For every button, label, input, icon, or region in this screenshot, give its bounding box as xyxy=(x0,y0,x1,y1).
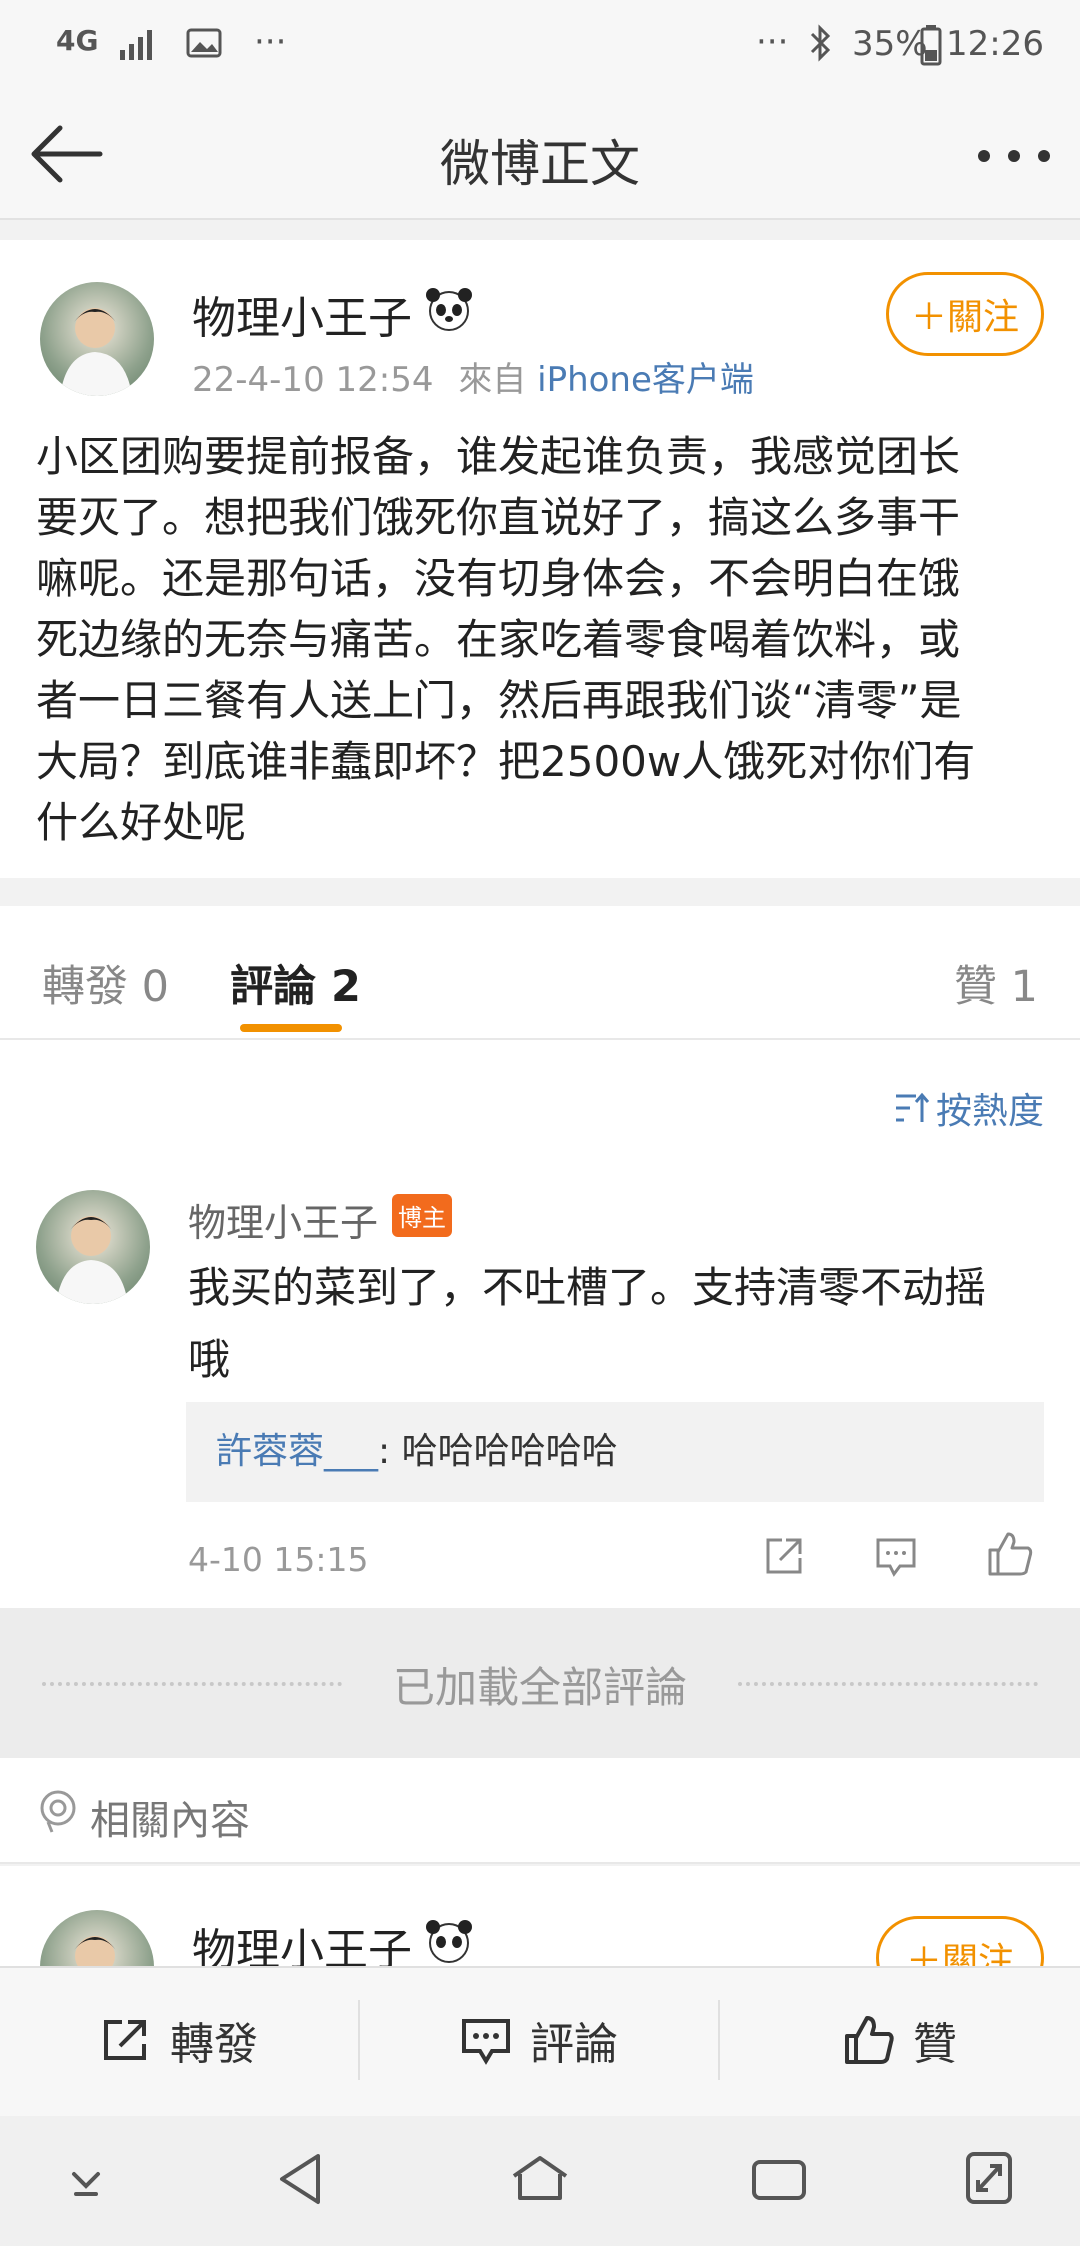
panda-badge-icon xyxy=(426,288,472,331)
blogger-badge: 博主 xyxy=(392,1194,452,1237)
tab-bar: 轉發 0 評論 2 贊 1 xyxy=(0,906,1080,1040)
comment-share-icon[interactable] xyxy=(762,1534,806,1578)
post-line: 大局？到底谁非蠢即坏？把2500w人饿死对你们有 xyxy=(36,737,976,786)
comment-line: 哦 xyxy=(188,1335,231,1384)
system-nav-bar xyxy=(0,2116,1080,2246)
more-notifications-icon: ··· xyxy=(254,22,287,62)
repost-icon xyxy=(104,2020,146,2060)
repost-label: 轉發 xyxy=(170,2019,258,2070)
follow-button[interactable]: ＋關注 xyxy=(886,272,1044,356)
network-indicator: 4G xyxy=(56,24,99,57)
more-menu-icon[interactable] xyxy=(976,148,1052,164)
sort-label: 按熱度 xyxy=(935,1091,1044,1132)
post-date: 22-4-10 12:54 xyxy=(192,360,434,400)
hide-keyboard-icon[interactable] xyxy=(64,2164,108,2200)
battery-percent: 35% xyxy=(852,24,928,64)
recents-nav-icon[interactable] xyxy=(750,2156,808,2202)
comment-time: 4-10 15:15 xyxy=(188,1540,369,1579)
author-name[interactable]: 物理小王子 xyxy=(192,282,412,346)
tab-comments[interactable]: 評論 2 xyxy=(230,952,361,1014)
like-icon xyxy=(845,2016,894,2064)
post-card: 物理小王子 22-4-10 12:54 來自 iPhone客户端 ＋關注 小区团… xyxy=(0,240,1080,878)
comments-section: 按熱度 物理小王子 博主 我买的菜到了，不吐槽了。支持清零不动摇 哦 許蓉蓉__… xyxy=(0,1040,1080,1608)
bluetooth-icon xyxy=(810,24,831,62)
post-body: 小区团购要提前报备，谁发起谁负责，我感觉团长 要灭了。想把我们饿死你直说好了，搞… xyxy=(36,426,975,853)
expand-icon[interactable] xyxy=(964,2150,1014,2206)
reply-box[interactable]: 許蓉蓉___: 哈哈哈哈哈哈 xyxy=(186,1402,1044,1502)
related-post[interactable]: 物理小王子 ＋關注 xyxy=(0,1866,1080,1976)
more-status-icon: ··· xyxy=(756,22,789,62)
post-line: 什么好处呢 xyxy=(36,798,247,847)
panda-badge-icon xyxy=(426,1920,472,1963)
loaded-all-banner: 已加載全部評論 xyxy=(0,1608,1080,1758)
reply-text: : 哈哈哈哈哈哈 xyxy=(378,1431,618,1472)
author-avatar[interactable] xyxy=(40,282,154,396)
comment-button[interactable]: 評論 xyxy=(360,1975,718,2105)
post-line: 小区团购要提前报备，谁发起谁负责，我感觉团长 xyxy=(36,432,961,481)
image-icon xyxy=(186,28,222,58)
post-line: 要灭了。想把我们饿死你直说好了，搞这么多事干 xyxy=(36,493,961,542)
source-prefix: 來自 xyxy=(458,360,527,400)
battery-icon xyxy=(920,25,942,66)
divider xyxy=(738,1682,1038,1686)
sort-icon xyxy=(895,1092,930,1122)
like-label: 贊 xyxy=(913,2019,957,2070)
commenter-name[interactable]: 物理小王子 xyxy=(188,1192,378,1247)
reply-user[interactable]: 許蓉蓉___ xyxy=(216,1431,378,1472)
comment-text: 我买的菜到了，不吐槽了。支持清零不动摇 哦 xyxy=(188,1252,986,1396)
related-header: 相關內容 xyxy=(0,1758,1080,1864)
related-label: 相關內容 xyxy=(90,1798,250,1844)
avatar-figure-icon xyxy=(60,308,132,396)
location-icon xyxy=(40,1790,76,1833)
like-button[interactable]: 贊 xyxy=(720,1975,1080,2105)
nav-bar: 微博正文 xyxy=(0,90,1080,220)
comment-label: 評論 xyxy=(530,2019,618,2070)
sort-button[interactable]: 按熱度 xyxy=(892,1082,1044,1134)
post-line: 死边缘的无奈与痛苦。在家吃着零食喝着饮料，或 xyxy=(36,615,961,664)
back-nav-icon[interactable] xyxy=(276,2150,326,2208)
status-bar: 4G ··· ··· 35% 12:26 xyxy=(0,0,1080,90)
home-nav-icon[interactable] xyxy=(510,2152,570,2204)
post-line: 者一日三餐有人送上门，然后再跟我们谈“清零”是 xyxy=(36,676,962,725)
commenter-avatar[interactable] xyxy=(36,1190,150,1304)
avatar-figure-icon xyxy=(56,1216,128,1304)
tab-likes[interactable]: 贊 1 xyxy=(954,952,1038,1014)
post-source[interactable]: iPhone客户端 xyxy=(537,360,754,400)
clock: 12:26 xyxy=(946,24,1044,64)
comment-icon xyxy=(462,2019,510,2065)
post-line: 嘛呢。还是那句话，没有切身体会，不会明白在饿 xyxy=(36,554,961,603)
repost-button[interactable]: 轉發 xyxy=(0,1975,358,2105)
comment-like-icon[interactable] xyxy=(986,1530,1034,1578)
signal-icon xyxy=(120,30,152,60)
active-tab-indicator xyxy=(240,1024,342,1032)
page-title: 微博正文 xyxy=(440,135,640,193)
comment-line: 我买的菜到了，不吐槽了。支持清零不动摇 xyxy=(188,1263,987,1312)
comment-reply-icon[interactable] xyxy=(874,1534,918,1578)
post-meta: 22-4-10 12:54 來自 iPhone客户端 xyxy=(192,352,754,401)
tab-repost[interactable]: 轉發 0 xyxy=(42,952,169,1014)
